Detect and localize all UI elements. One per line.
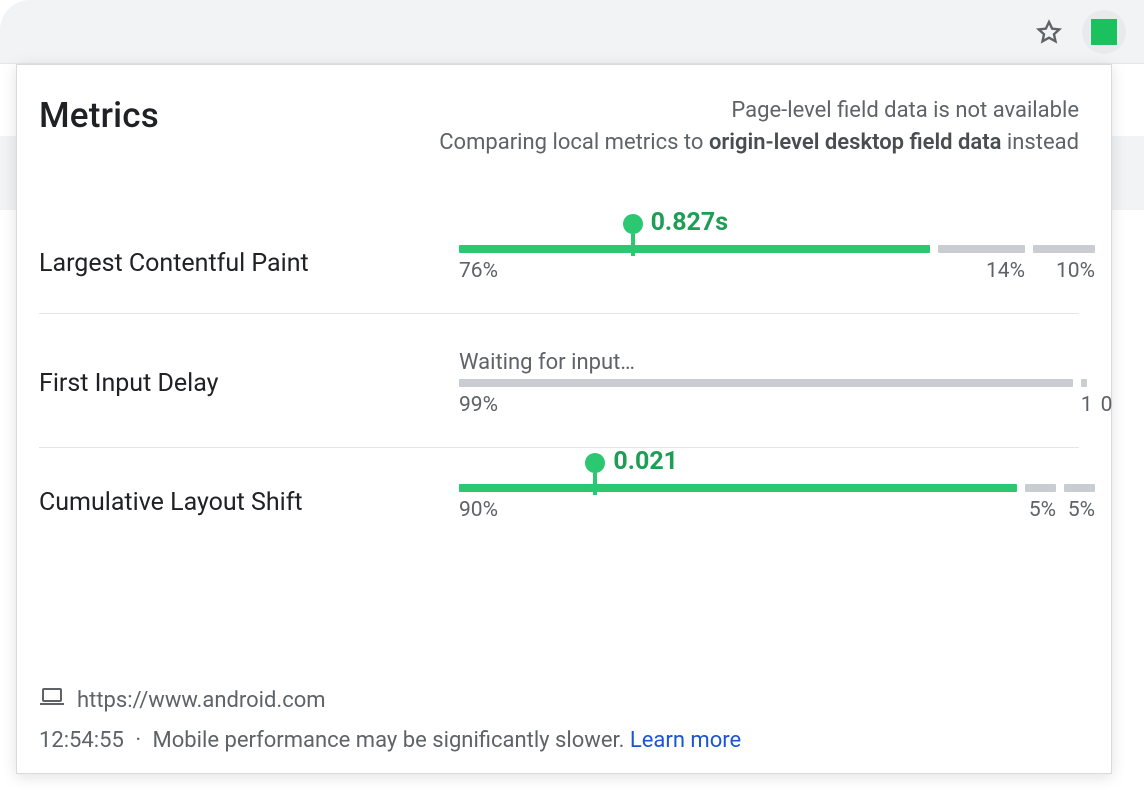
metric-cls: Cumulative Layout Shift 0.021 90% 5% 5% [39, 448, 1079, 552]
metric-lcp-seg-good [459, 245, 930, 253]
metric-fid-bars [459, 379, 1079, 387]
metric-lcp-pcts: 76% 14% 10% [459, 259, 1079, 283]
metric-lcp-value: 0.827s [651, 208, 728, 237]
field-data-note: Page-level field data is not available C… [159, 95, 1079, 159]
web-vitals-panel: Metrics Page-level field data is not ava… [16, 64, 1112, 774]
metric-lcp-bars [459, 245, 1079, 253]
note-line-2a: Comparing local metrics to [439, 130, 709, 155]
metric-cls-bars [459, 484, 1079, 492]
footer-url-row: https://www.android.com [39, 686, 1081, 714]
laptop-icon [39, 686, 65, 714]
metric-cls-seg-ni [1025, 484, 1056, 492]
note-line-1: Page-level field data is not available [731, 98, 1079, 123]
metric-lcp: Largest Contentful Paint 0.827s 76% 14% … [39, 209, 1079, 314]
metric-fid: First Input Delay Waiting for input… 99%… [39, 314, 1079, 448]
metric-cls-seg-good [459, 484, 1017, 492]
metric-fid-seg-ni [1081, 379, 1087, 387]
metric-lcp-seg-poor [1033, 245, 1095, 253]
page-url: https://www.android.com [77, 688, 326, 713]
metric-cls-pcts: 90% 5% 5% [459, 498, 1079, 522]
note-line-2c: instead [1001, 130, 1079, 155]
metric-cls-label: Cumulative Layout Shift [39, 488, 459, 517]
metric-fid-waiting: Waiting for input… [459, 350, 1079, 375]
browser-toolbar [0, 0, 1144, 64]
timestamp: 12:54:55 [39, 728, 124, 753]
metric-lcp-seg-ni [938, 245, 1025, 253]
mobile-warning: Mobile performance may be significantly … [153, 728, 625, 753]
note-line-2-bold: origin-level desktop field data [709, 130, 1002, 155]
panel-title: Metrics [39, 95, 159, 136]
toolbar-right-group [1034, 0, 1144, 64]
metric-lcp-label: Largest Contentful Paint [39, 249, 459, 278]
separator-dot: · [129, 728, 147, 753]
metric-fid-label: First Input Delay [39, 369, 459, 398]
bookmark-star-icon[interactable] [1034, 17, 1064, 47]
metric-cls-seg-poor [1064, 484, 1095, 492]
extension-button[interactable] [1082, 10, 1126, 54]
metric-fid-pcts: 99% 1 0 [459, 393, 1079, 417]
extension-badge-icon [1091, 19, 1117, 45]
metric-cls-value: 0.021 [613, 447, 678, 476]
learn-more-link[interactable]: Learn more [630, 728, 741, 753]
footer-status-row: 12:54:55 · Mobile performance may be sig… [39, 728, 1081, 753]
metric-fid-seg-good [459, 379, 1073, 387]
